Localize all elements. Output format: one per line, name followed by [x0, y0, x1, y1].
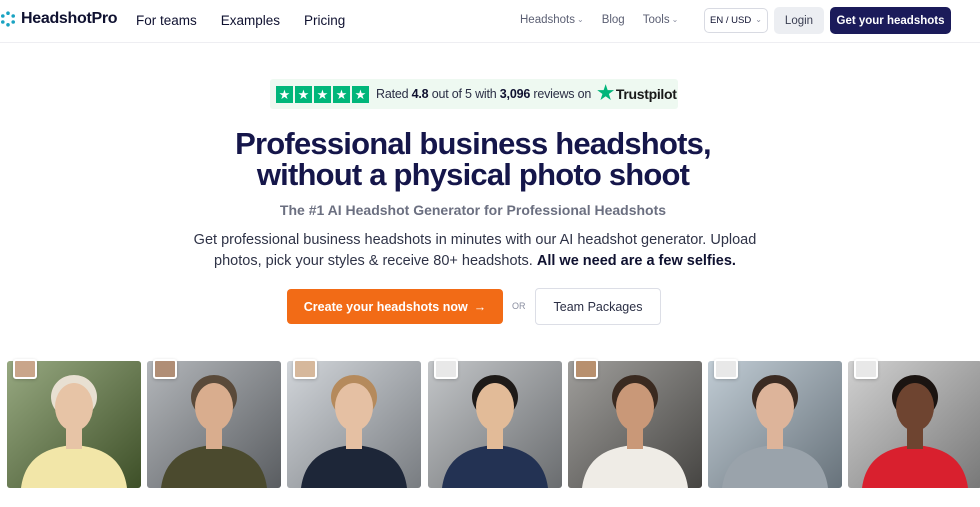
headshot-photo [147, 361, 281, 488]
rating-prefix: Rated [376, 87, 409, 101]
create-headshots-button[interactable]: Create your headshots now → [287, 289, 503, 324]
trustpilot-badge[interactable]: ★ ★ ★ ★ ★ Rated 4.8 out of 5 with 3,096 … [270, 79, 678, 109]
headline-line-1: Professional business headshots, [235, 126, 712, 161]
trustpilot-star-icon: ★ [597, 83, 614, 104]
logo-icon [0, 11, 16, 27]
headshot-image [428, 361, 562, 488]
chevron-down-icon: ⌄ [576, 14, 584, 24]
star-icon: ★ [276, 85, 293, 103]
top-navigation: HeadshotPro For teams Examples Pricing H… [0, 0, 980, 43]
nav-tools[interactable]: Tools ⌄ [643, 14, 679, 26]
get-headshots-button[interactable]: Get your headshots [830, 7, 951, 34]
chevron-down-icon: ⌄ [755, 15, 762, 24]
headshot-photo [287, 361, 421, 488]
selfie-thumbnail [153, 359, 177, 379]
star-icon: ★ [314, 85, 331, 103]
review-count: 3,096 [499, 87, 531, 101]
or-divider: OR [512, 301, 526, 311]
headshot-image [7, 361, 141, 488]
rating-suffix: reviews on [533, 87, 592, 101]
headshot-image [287, 361, 421, 488]
login-button[interactable]: Login [774, 7, 824, 34]
headshot-image [568, 361, 702, 488]
arrow-right-icon: → [473, 299, 487, 314]
lang-label: EN / USD [710, 15, 752, 26]
headshot-image [708, 361, 842, 488]
selfie-thumbnail [13, 359, 37, 379]
rating-value: 4.8 [411, 87, 429, 101]
nav-headshots[interactable]: Headshots ⌄ [520, 14, 584, 26]
nav-blog-label: Blog [601, 14, 625, 26]
headshot-photo [7, 361, 141, 488]
trustpilot-logo: ★ Trustpilot [597, 83, 677, 104]
nav-tools-label: Tools [642, 14, 670, 26]
headline-line-2: without a physical photo shoot [256, 157, 690, 192]
selfie-thumbnail [714, 359, 738, 379]
headshot-image [147, 361, 281, 488]
rating-text: Rated 4.8 out of 5 with 3,096 reviews on [376, 87, 591, 101]
primary-nav: For teams Examples Pricing [136, 13, 345, 28]
brand-name: HeadshotPro [21, 10, 118, 27]
description-bold: All we need are a few selfies. [536, 253, 736, 269]
star-icon: ★ [295, 85, 312, 103]
language-currency-select[interactable]: EN / USD ⌄ [704, 8, 768, 33]
selfie-thumbnail [854, 359, 878, 379]
headshot-gallery [0, 359, 980, 489]
brand-logo[interactable]: HeadshotPro [0, 10, 118, 28]
headshot-photo [568, 361, 702, 488]
nav-pricing[interactable]: Pricing [304, 13, 345, 28]
star-icon: ★ [333, 85, 350, 103]
headshot-photo [708, 361, 842, 488]
selfie-thumbnail [293, 359, 317, 379]
rating-stars: ★ ★ ★ ★ ★ [276, 85, 369, 103]
chevron-down-icon: ⌄ [671, 14, 679, 24]
subheading: The #1 AI Headshot Generator for Profess… [279, 202, 667, 218]
nav-examples[interactable]: Examples [221, 13, 280, 28]
selfie-thumbnail [574, 359, 598, 379]
rating-mid: out of 5 with [431, 87, 497, 101]
headshot-image [848, 361, 980, 488]
headshot-photo [848, 361, 980, 488]
secondary-nav: Headshots ⌄ Blog Tools ⌄ [520, 14, 678, 26]
selfie-thumbnail [434, 359, 458, 379]
star-icon: ★ [352, 85, 369, 103]
nav-for-teams[interactable]: For teams [136, 13, 197, 28]
nav-blog[interactable]: Blog [602, 14, 625, 26]
hero-description: Get professional business headshots in m… [180, 230, 770, 272]
create-headshots-label: Create your headshots now [303, 299, 468, 314]
headshot-photo [428, 361, 562, 488]
page-title: Professional business headshots, without… [0, 128, 946, 190]
team-packages-button[interactable]: Team Packages [535, 288, 661, 325]
nav-headshots-label: Headshots [520, 14, 575, 26]
trustpilot-brand: Trustpilot [615, 86, 677, 102]
